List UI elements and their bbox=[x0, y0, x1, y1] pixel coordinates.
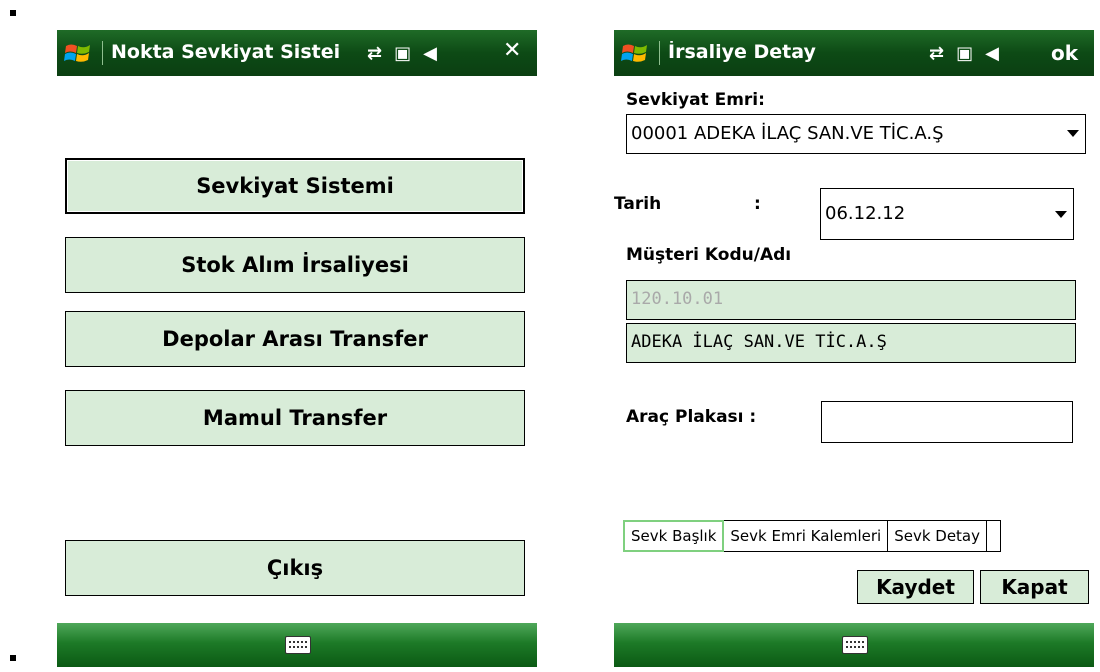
stok-alim-irsaliyesi-button[interactable]: Stok Alım İrsaliyesi bbox=[65, 237, 525, 293]
volume-icon[interactable]: ◀ bbox=[423, 43, 437, 64]
musteri-adi-value: ADEKA İLAÇ SAN.VE TİC.A.Ş bbox=[631, 332, 887, 352]
title-bar: İrsaliye Detay ⇄ ▣ ◀ ok bbox=[614, 30, 1094, 76]
sevkiyat-emri-value: 00001 ADEKA İLAÇ SAN.VE TİC.A.Ş bbox=[631, 123, 944, 144]
bullet-top bbox=[10, 10, 16, 16]
bullet-bottom bbox=[10, 655, 16, 661]
title-separator bbox=[102, 41, 103, 65]
connectivity-icon[interactable]: ⇄ bbox=[367, 43, 382, 64]
keyboard-icon[interactable] bbox=[842, 636, 868, 654]
sevkiyat-emri-dropdown[interactable]: 00001 ADEKA İLAÇ SAN.VE TİC.A.Ş bbox=[626, 114, 1086, 154]
keyboard-icon[interactable] bbox=[285, 636, 311, 654]
windows-flag-icon[interactable] bbox=[63, 38, 93, 68]
musteri-kodu-field: 120.10.01 bbox=[626, 280, 1076, 320]
tab-scroll-edge[interactable] bbox=[987, 520, 1001, 552]
exit-button[interactable]: Çıkış bbox=[65, 540, 525, 596]
tarih-label: Tarih bbox=[614, 194, 662, 214]
depolar-arasi-transfer-button[interactable]: Depolar Arası Transfer bbox=[65, 311, 525, 367]
tab-bar: Sevk Başlık Sevk Emri Kalemleri Sevk Det… bbox=[623, 520, 1001, 552]
tab-sevk-baslik[interactable]: Sevk Başlık bbox=[623, 520, 725, 552]
arac-plakasi-label: Araç Plakası : bbox=[626, 407, 757, 427]
close-button[interactable]: ✕ bbox=[503, 38, 521, 63]
signal-icon[interactable]: ▣ bbox=[956, 43, 973, 64]
ok-button[interactable]: ok bbox=[1051, 41, 1078, 65]
bottom-bar bbox=[57, 623, 537, 667]
signal-icon[interactable]: ▣ bbox=[394, 43, 411, 64]
main-menu-screen: Nokta Sevkiyat Sistei ⇄ ▣ ◀ ✕ Sevkiyat S… bbox=[57, 30, 537, 667]
connectivity-icon[interactable]: ⇄ bbox=[929, 43, 944, 64]
musteri-adi-field: ADEKA İLAÇ SAN.VE TİC.A.Ş bbox=[626, 323, 1076, 363]
tab-sevk-emri-kalemleri[interactable]: Sevk Emri Kalemleri bbox=[724, 520, 889, 552]
chevron-down-icon bbox=[1055, 211, 1067, 218]
arac-plakasi-input[interactable] bbox=[821, 401, 1073, 443]
irsaliye-detay-screen: İrsaliye Detay ⇄ ▣ ◀ ok Sevkiyat Emri: 0… bbox=[614, 30, 1094, 667]
close-button[interactable]: Kapat bbox=[980, 570, 1089, 604]
sevkiyat-emri-label: Sevkiyat Emri: bbox=[626, 90, 765, 110]
bottom-bar bbox=[614, 623, 1094, 667]
tab-sevk-detay[interactable]: Sevk Detay bbox=[888, 520, 987, 552]
screen-title: İrsaliye Detay bbox=[668, 41, 816, 63]
tarih-value: 06.12.12 bbox=[825, 203, 906, 224]
save-button[interactable]: Kaydet bbox=[857, 570, 974, 604]
sevkiyat-sistemi-button[interactable]: Sevkiyat Sistemi bbox=[65, 158, 525, 214]
musteri-label: Müşteri Kodu/Adı bbox=[626, 245, 792, 265]
tarih-dropdown[interactable]: 06.12.12 bbox=[820, 188, 1074, 240]
mamul-transfer-button[interactable]: Mamul Transfer bbox=[65, 390, 525, 446]
title-bar: Nokta Sevkiyat Sistei ⇄ ▣ ◀ ✕ bbox=[57, 30, 537, 76]
tarih-colon: : bbox=[754, 194, 761, 214]
musteri-kodu-value: 120.10.01 bbox=[631, 289, 724, 309]
volume-icon[interactable]: ◀ bbox=[985, 43, 999, 64]
windows-flag-icon[interactable] bbox=[620, 38, 650, 68]
title-separator bbox=[659, 41, 660, 65]
app-title: Nokta Sevkiyat Sistei bbox=[111, 41, 341, 63]
chevron-down-icon bbox=[1067, 130, 1079, 137]
